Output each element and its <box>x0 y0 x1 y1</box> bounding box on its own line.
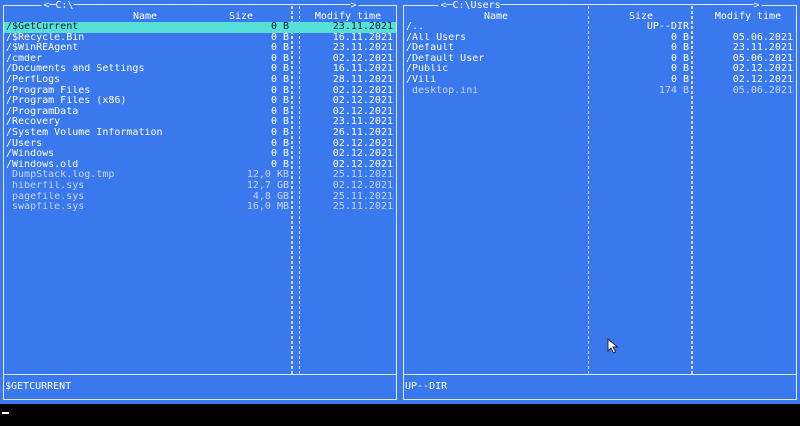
file-list-row[interactable]: /Vili 0 B 02.12.2021 <box>404 73 796 86</box>
row-time: 25.11.2021 <box>332 201 393 213</box>
row-size: UP--DIR <box>646 21 689 32</box>
time-column-header[interactable]: Modify time <box>700 11 796 22</box>
row-size: 12,7 GB <box>246 179 289 191</box>
right-file-list: /.. UP--DIR /All Users 0 B 05.06.2021 /Defa… <box>404 21 796 97</box>
left-file-panel[interactable]: <─C:\───────────────────────────────────… <box>0 0 400 404</box>
file-list-row[interactable]: /$GetCurrent 0 B 23.11.2021 <box>4 21 396 33</box>
right-file-panel[interactable]: <─C:\Users──────────────────────────────… <box>400 0 800 404</box>
left-panel-path-title: <─C:\───────────────────────────────────… <box>41 0 359 11</box>
right-panel-path-title: <─C:\Users──────────────────────────────… <box>438 0 762 11</box>
row-time: 02.12.2021 <box>332 179 393 191</box>
file-list-row[interactable]: /.. UP--DIR <box>404 21 796 33</box>
row-time: 28.11.2021 <box>332 73 393 85</box>
right-status-separator <box>404 374 796 375</box>
file-list-row[interactable]: /System Volume Information 0 B 26.11.2021 <box>4 126 396 139</box>
row-time: 05.06.2021 <box>732 84 793 96</box>
row-size: 0 B <box>270 126 289 138</box>
row-size: 16,0 MB <box>246 201 289 213</box>
command-line[interactable] <box>0 404 800 426</box>
file-list-row[interactable]: hiberfil.sys 12,7 GB 02.12.2021 <box>4 179 396 192</box>
row-time: 23.11.2021 <box>332 21 393 32</box>
name-column-header[interactable]: Name <box>404 11 588 22</box>
row-time: 02.12.2021 <box>732 73 793 85</box>
left-file-list: /$GetCurrent 0 B 23.11.2021 /$Recycle.Bin 0… <box>4 21 396 213</box>
left-status-line: $GETCURRENT <box>5 381 72 392</box>
mouse-pointer-icon <box>607 338 619 354</box>
file-list-row[interactable]: swapfile.sys 16,0 MB 25.11.2021 <box>4 201 396 213</box>
file-list-row[interactable]: /PerfLogs 0 B 28.11.2021 <box>4 73 396 86</box>
text-cursor <box>2 412 9 414</box>
row-size: 0 B <box>270 73 289 85</box>
row-size: 174 B <box>658 84 689 96</box>
right-status-line: UP--DIR <box>405 381 448 392</box>
left-status-separator <box>4 374 396 375</box>
row-size: 0 B <box>670 73 689 85</box>
row-time: 26.11.2021 <box>332 126 393 138</box>
file-list-row[interactable]: desktop.ini 174 B 05.06.2021 <box>404 84 796 97</box>
row-size: 0 B <box>270 21 289 32</box>
